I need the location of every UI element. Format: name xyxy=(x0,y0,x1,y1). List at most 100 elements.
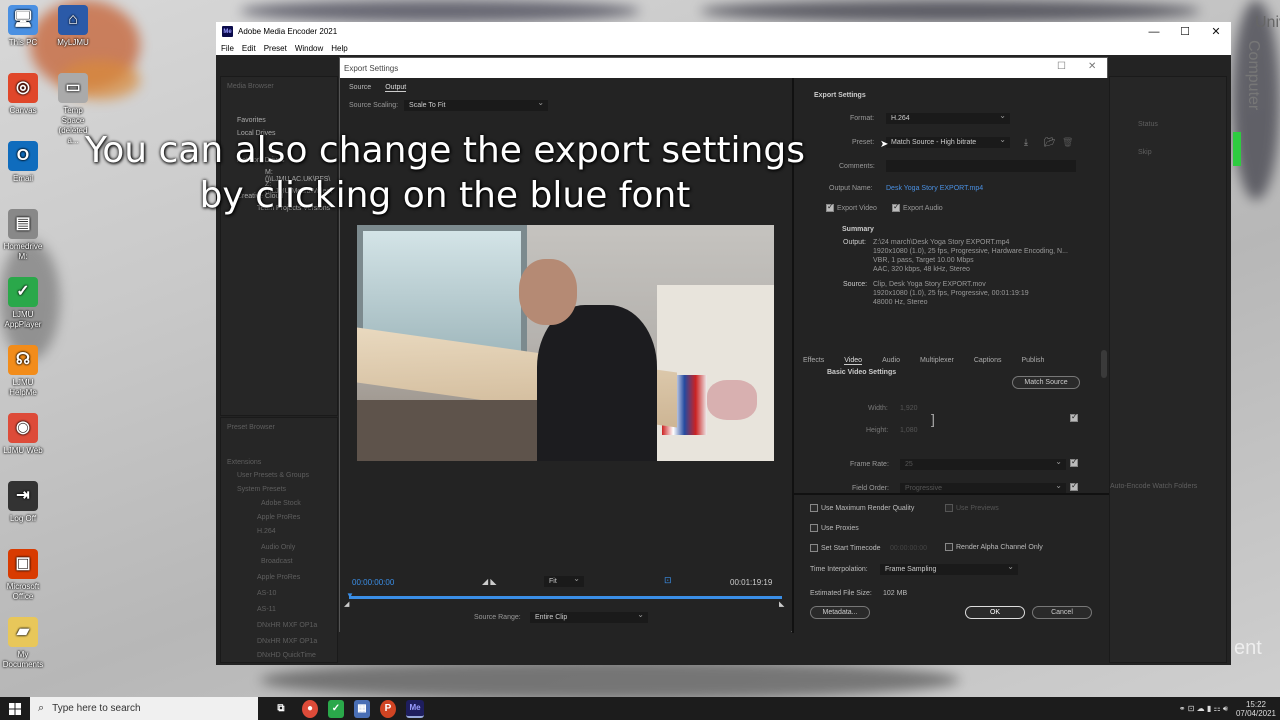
timeline-controls: 00:00:00:00 ◢ ◣ Fit ⊡ 00:01:19:19 ▼ ◢ ◣ … xyxy=(340,572,791,633)
tab-publish[interactable]: Publish xyxy=(1021,357,1044,365)
delete-preset-icon[interactable]: 🗑︎ xyxy=(1062,137,1073,148)
desktop-icon[interactable]: O Email xyxy=(2,141,44,184)
h264-item[interactable]: H.264 xyxy=(257,528,276,535)
desktop-icon[interactable]: ▣ Microsoft Office xyxy=(2,549,44,602)
apple-prores-item-2[interactable]: Apple ProRes xyxy=(257,574,300,581)
broadcast-item[interactable]: Broadcast xyxy=(261,558,293,565)
desktop-icon[interactable]: ✓ LJMU AppPlayer xyxy=(2,277,44,330)
height-value[interactable]: 1,080 xyxy=(900,427,918,434)
desktop-icon[interactable]: 🖥︎ This PC xyxy=(2,5,44,48)
mark-in-icon[interactable]: ◢ ◣ xyxy=(482,577,497,586)
dnxhr-item-2[interactable]: DNxHR MXF OP1a xyxy=(257,638,317,645)
time-interpolation-dropdown[interactable]: Frame Sampling xyxy=(880,562,1018,575)
use-proxies-checkbox[interactable] xyxy=(810,524,818,532)
folder-icon: ▰ xyxy=(8,617,38,647)
desktop-icon[interactable]: ⌂ MyLJMU xyxy=(52,5,94,48)
dialog-close-button[interactable]: ✕ xyxy=(1088,61,1096,72)
max-render-quality-checkbox[interactable] xyxy=(810,504,818,512)
desktop-icon[interactable]: ☊ LJMU HelpMe xyxy=(2,345,44,398)
comments-field[interactable] xyxy=(886,160,1076,172)
cancel-button[interactable]: Cancel xyxy=(1032,606,1092,619)
set-start-timecode-checkbox[interactable] xyxy=(810,544,818,552)
output-name-link[interactable]: Desk Yoga Story EXPORT.mp4 xyxy=(886,185,983,192)
menu-preset[interactable]: Preset xyxy=(264,44,287,53)
dialog-maximize-button[interactable]: ☐ xyxy=(1057,61,1066,72)
tab-captions[interactable]: Captions xyxy=(974,357,1002,365)
render-alpha-checkbox[interactable] xyxy=(945,543,953,551)
media-encoder-logo-icon: Me xyxy=(222,26,233,37)
tab-output[interactable]: Output xyxy=(385,84,407,92)
clock[interactable]: 15:22 07/04/2021 xyxy=(1236,700,1276,718)
frame-rate-match-checkbox[interactable] xyxy=(1070,457,1078,467)
desktop-icon[interactable]: ▤ Homedrive M: xyxy=(2,209,44,262)
mouse-cursor-icon: ➤ xyxy=(880,139,889,150)
width-match-checkbox[interactable] xyxy=(1070,412,1078,422)
minimize-button[interactable]: — xyxy=(1138,22,1170,41)
tray-icons[interactable]: ⚭ ⊡ ☁ ▮ ⚏ 🔊︎ xyxy=(1179,704,1228,714)
tab-multiplexer[interactable]: Multiplexer xyxy=(920,357,954,365)
settings-scrollbar[interactable] xyxy=(1101,350,1107,378)
desktop-icon-label: My Documents xyxy=(2,650,44,669)
powerpoint-taskbar-icon[interactable]: P xyxy=(380,699,396,718)
field-order-label: Field Order: xyxy=(852,485,889,492)
menu-file[interactable]: File xyxy=(221,44,234,53)
timecode-in[interactable]: 00:00:00:00 xyxy=(352,578,394,587)
import-preset-icon[interactable]: 📂︎ xyxy=(1044,137,1055,148)
desktop-icon[interactable]: ◉ LJMU Web xyxy=(2,413,44,456)
preset-dropdown[interactable]: Match Source - High bitrate xyxy=(886,135,1010,148)
maximize-button[interactable]: ☐ xyxy=(1169,22,1201,41)
menu-window[interactable]: Window xyxy=(295,44,323,53)
dnxhd-item[interactable]: DNxHD QuickTime xyxy=(257,652,316,659)
apple-prores-item[interactable]: Apple ProRes xyxy=(257,514,300,521)
app-taskbar-icon[interactable]: ▦ xyxy=(354,699,370,718)
start-timecode-value[interactable]: 00:00:00:00 xyxy=(890,545,927,552)
frame-rate-dropdown[interactable]: 25 xyxy=(900,457,1066,470)
appplayer-taskbar-icon[interactable]: ✓ xyxy=(328,699,344,718)
match-source-button[interactable]: Match Source xyxy=(1012,376,1080,389)
desktop-icon-label: Email xyxy=(12,174,33,183)
desktop-icon[interactable]: ◎ Canvas xyxy=(2,73,44,116)
tab-video[interactable]: Video xyxy=(844,357,863,365)
save-preset-icon[interactable]: ⤓ xyxy=(1024,137,1028,148)
metadata-button[interactable]: Metadata... xyxy=(810,606,870,619)
as10-item[interactable]: AS-10 xyxy=(257,590,276,597)
menu-edit[interactable]: Edit xyxy=(242,44,256,53)
playhead-marker[interactable]: ▼ xyxy=(346,591,354,600)
ame-menu-bar: File Edit Preset Window Help xyxy=(216,41,1231,55)
tab-effects[interactable]: Effects xyxy=(803,357,824,365)
link-dimensions-icon[interactable]: ] xyxy=(931,411,935,427)
adobe-stock-item[interactable]: Adobe Stock xyxy=(261,500,301,507)
ok-button[interactable]: OK xyxy=(965,606,1025,619)
menu-help[interactable]: Help xyxy=(331,44,347,53)
format-dropdown[interactable]: H.264 xyxy=(886,111,1010,124)
desktop-icon[interactable]: ▰ My Documents xyxy=(2,617,44,670)
export-settings-heading: Export Settings xyxy=(814,92,866,99)
computer-icon: 🖥︎ xyxy=(8,5,38,35)
as11-item[interactable]: AS-11 xyxy=(257,606,276,613)
source-scaling-dropdown[interactable]: Scale To Fit xyxy=(404,98,549,111)
wallpaper-splash xyxy=(260,660,960,697)
export-video-checkbox[interactable] xyxy=(826,202,834,212)
tab-audio[interactable]: Audio xyxy=(882,357,900,365)
in-point-marker[interactable]: ◢ xyxy=(344,600,349,608)
taskbar-search[interactable]: ⌕ Type here to search xyxy=(30,697,258,720)
tab-source[interactable]: Source xyxy=(349,84,371,92)
zoom-fit-dropdown[interactable]: Fit xyxy=(544,574,584,587)
export-audio-checkbox[interactable] xyxy=(892,202,900,212)
media-encoder-taskbar-icon[interactable]: Me xyxy=(406,699,424,718)
use-previews-checkbox[interactable] xyxy=(945,504,953,512)
chrome-taskbar-icon[interactable]: ● xyxy=(302,699,318,718)
safe-margins-icon[interactable]: ⊡ xyxy=(664,575,672,586)
source-range-dropdown[interactable]: Entire Clip xyxy=(530,610,648,623)
field-order-match-checkbox[interactable] xyxy=(1070,481,1078,491)
audio-only-item[interactable]: Audio Only xyxy=(261,544,295,551)
playhead-track[interactable] xyxy=(349,596,782,599)
out-point-marker[interactable]: ◣ xyxy=(779,600,784,608)
close-button[interactable]: ✕ xyxy=(1200,22,1232,41)
dnxhr-item-1[interactable]: DNxHR MXF OP1a xyxy=(257,622,317,629)
desktop-icon[interactable]: ⇥ Log Off xyxy=(2,481,44,524)
desktop-icon-label: LJMU Web xyxy=(3,446,43,455)
width-value[interactable]: 1,920 xyxy=(900,405,918,412)
task-view-icon[interactable]: ⧉ xyxy=(270,700,292,718)
start-button[interactable] xyxy=(0,697,30,720)
